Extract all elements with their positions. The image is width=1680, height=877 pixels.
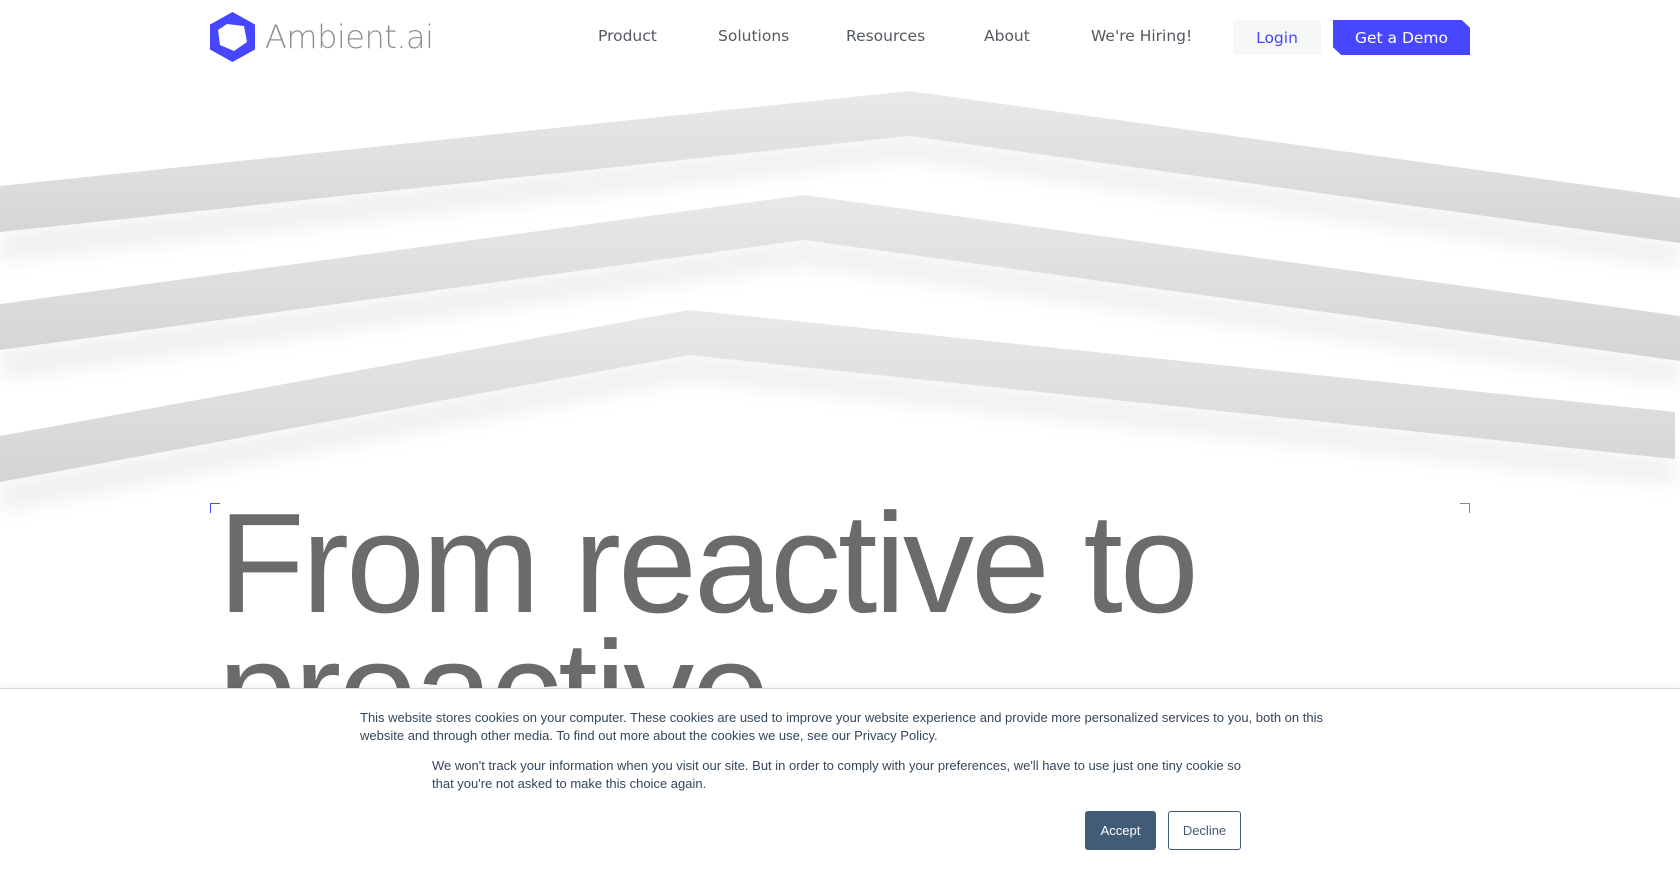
hexagon-logo-icon	[210, 12, 255, 62]
accept-button[interactable]: Accept	[1085, 811, 1156, 850]
hero-line-1: From reactive to	[218, 484, 1199, 643]
decline-button[interactable]: Decline	[1168, 811, 1241, 850]
corner-mark-right	[1460, 503, 1470, 513]
cookie-banner: This website stores cookies on your comp…	[0, 688, 1680, 877]
login-button[interactable]: Login	[1233, 20, 1321, 55]
hero-background-chevrons	[0, 91, 1680, 512]
nav-hiring[interactable]: We're Hiring!	[1091, 27, 1192, 45]
logo-text: Ambient.ai	[265, 18, 434, 56]
logo[interactable]: Ambient.ai	[210, 12, 434, 62]
get-demo-button[interactable]: Get a Demo	[1333, 20, 1470, 55]
nav-solutions[interactable]: Solutions	[718, 27, 789, 45]
nav-product[interactable]: Product	[598, 27, 657, 45]
nav-about[interactable]: About	[984, 27, 1030, 45]
cookie-text: This website stores cookies on your comp…	[360, 710, 1323, 743]
nav-resources[interactable]: Resources	[846, 27, 925, 45]
cookie-text-secondary: We won't track your information when you…	[432, 758, 1241, 791]
